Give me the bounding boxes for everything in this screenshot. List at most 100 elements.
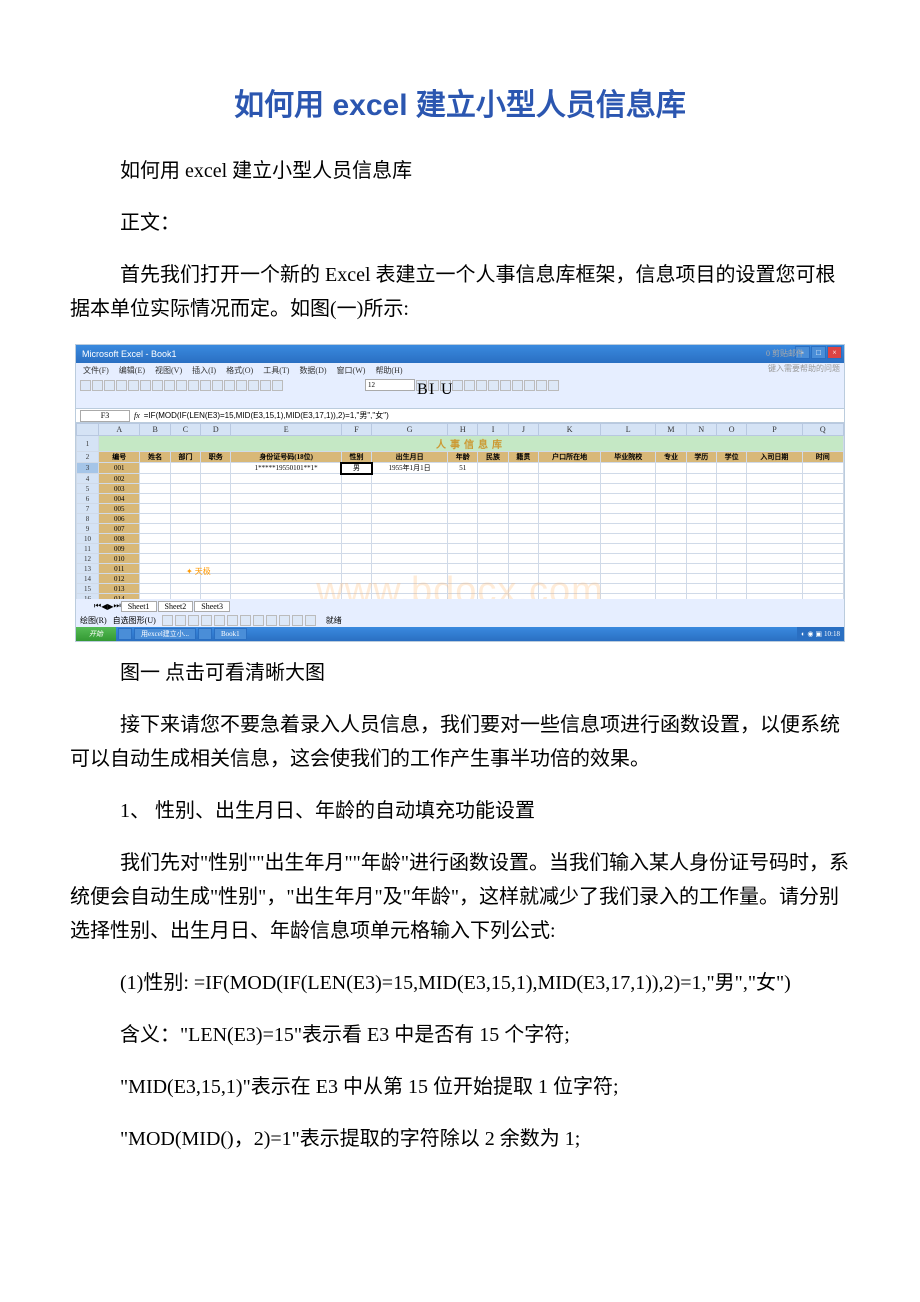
data-cell[interactable] — [802, 474, 844, 484]
row-header[interactable]: 5 — [77, 484, 99, 494]
data-cell[interactable] — [656, 474, 686, 484]
data-cell[interactable]: 002 — [99, 474, 140, 484]
row-header[interactable]: 7 — [77, 504, 99, 514]
data-cell[interactable] — [140, 463, 170, 474]
data-cell[interactable] — [170, 524, 200, 534]
data-cell[interactable] — [802, 534, 844, 544]
data-cell[interactable] — [231, 554, 341, 564]
data-cell[interactable] — [201, 494, 231, 504]
row-header[interactable]: 11 — [77, 544, 99, 554]
data-cell[interactable] — [802, 504, 844, 514]
data-cell[interactable]: 1955年1月1日 — [372, 463, 448, 474]
data-cell[interactable] — [656, 544, 686, 554]
data-cell[interactable] — [372, 504, 448, 514]
data-cell[interactable] — [372, 574, 448, 584]
data-cell[interactable] — [656, 484, 686, 494]
data-cell[interactable] — [508, 504, 538, 514]
column-header[interactable]: F — [341, 424, 371, 436]
data-cell[interactable] — [170, 584, 200, 594]
data-cell[interactable] — [802, 544, 844, 554]
menu-bar[interactable]: 文件(F) 编辑(E) 视图(V) 插入(I) 格式(O) 工具(T) 数据(D… — [76, 363, 844, 377]
data-cell[interactable] — [686, 514, 716, 524]
autoshapes-menu[interactable]: 自选图形(U) — [113, 615, 156, 626]
data-cell[interactable] — [341, 494, 371, 504]
data-cell[interactable] — [686, 544, 716, 554]
window-maximize-icon[interactable]: □ — [811, 346, 826, 359]
menu-window[interactable]: 窗口(W) — [334, 365, 369, 376]
data-cell[interactable] — [201, 524, 231, 534]
preview-icon[interactable] — [128, 380, 139, 391]
column-header[interactable] — [77, 424, 99, 436]
data-cell[interactable] — [656, 534, 686, 544]
data-cell[interactable] — [747, 584, 802, 594]
data-cell[interactable] — [341, 554, 371, 564]
toolbar-standard[interactable]: 12 B I U — [76, 377, 844, 393]
data-cell[interactable] — [231, 524, 341, 534]
print-icon[interactable] — [116, 380, 127, 391]
sheet-tab-2[interactable]: Sheet2 — [158, 601, 194, 612]
shadow-icon[interactable] — [292, 615, 303, 626]
system-tray[interactable]: ◐ ◉ ▣ 10:18 — [797, 627, 844, 641]
field-header[interactable]: 性别 — [341, 452, 371, 463]
data-cell[interactable] — [716, 584, 746, 594]
data-cell[interactable] — [802, 514, 844, 524]
data-cell[interactable] — [448, 524, 478, 534]
data-cell[interactable] — [686, 484, 716, 494]
data-cell[interactable] — [372, 474, 448, 484]
data-cell[interactable] — [478, 564, 508, 574]
data-cell[interactable] — [539, 463, 601, 474]
data-cell[interactable] — [201, 484, 231, 494]
borders-icon[interactable] — [524, 380, 535, 391]
data-cell[interactable] — [686, 574, 716, 584]
data-cell[interactable] — [716, 544, 746, 554]
sheet-tabs[interactable]: ⏮ ◀ ▶ ⏭ Sheet1 Sheet2 Sheet3 — [76, 599, 844, 613]
field-header[interactable]: 职务 — [201, 452, 231, 463]
data-cell[interactable] — [539, 554, 601, 564]
data-cell[interactable] — [201, 544, 231, 554]
data-cell[interactable] — [140, 534, 170, 544]
field-header[interactable]: 出生月日 — [372, 452, 448, 463]
data-cell[interactable] — [231, 474, 341, 484]
data-cell[interactable] — [802, 494, 844, 504]
row-header[interactable]: 1 — [77, 436, 99, 452]
align-left-icon[interactable] — [452, 380, 463, 391]
data-cell[interactable] — [448, 564, 478, 574]
row-header[interactable]: 13 — [77, 564, 99, 574]
data-cell[interactable] — [140, 564, 170, 574]
fill-color-icon[interactable] — [536, 380, 547, 391]
row-header[interactable]: 15 — [77, 584, 99, 594]
column-header[interactable]: J — [508, 424, 538, 436]
data-cell[interactable] — [201, 534, 231, 544]
data-cell[interactable] — [372, 534, 448, 544]
data-cell[interactable]: 1*****19550101**1* — [231, 463, 341, 474]
column-header[interactable]: E — [231, 424, 341, 436]
data-cell[interactable] — [448, 584, 478, 594]
data-cell[interactable] — [372, 484, 448, 494]
data-cell[interactable] — [539, 544, 601, 554]
data-cell[interactable] — [448, 554, 478, 564]
menu-data[interactable]: 数据(D) — [296, 365, 329, 376]
data-cell[interactable]: 009 — [99, 544, 140, 554]
data-cell[interactable] — [508, 463, 538, 474]
data-cell[interactable] — [478, 534, 508, 544]
data-cell[interactable] — [656, 524, 686, 534]
data-cell[interactable] — [747, 463, 802, 474]
data-cell[interactable] — [448, 474, 478, 484]
data-cell[interactable] — [716, 574, 746, 584]
data-cell[interactable] — [601, 584, 656, 594]
bold-icon[interactable]: B — [416, 380, 427, 391]
data-cell[interactable] — [601, 544, 656, 554]
data-cell[interactable] — [140, 484, 170, 494]
data-cell[interactable] — [170, 494, 200, 504]
row-header[interactable]: 4 — [77, 474, 99, 484]
sum-icon[interactable] — [212, 380, 223, 391]
data-cell[interactable] — [448, 504, 478, 514]
data-cell[interactable]: 001 — [99, 463, 140, 474]
data-cell[interactable]: 008 — [99, 534, 140, 544]
data-cell[interactable] — [716, 514, 746, 524]
data-cell[interactable] — [508, 534, 538, 544]
wordart-icon[interactable] — [227, 615, 238, 626]
data-cell[interactable]: 004 — [99, 494, 140, 504]
draw-menu[interactable]: 绘图(R) — [80, 615, 107, 626]
data-cell[interactable] — [341, 574, 371, 584]
